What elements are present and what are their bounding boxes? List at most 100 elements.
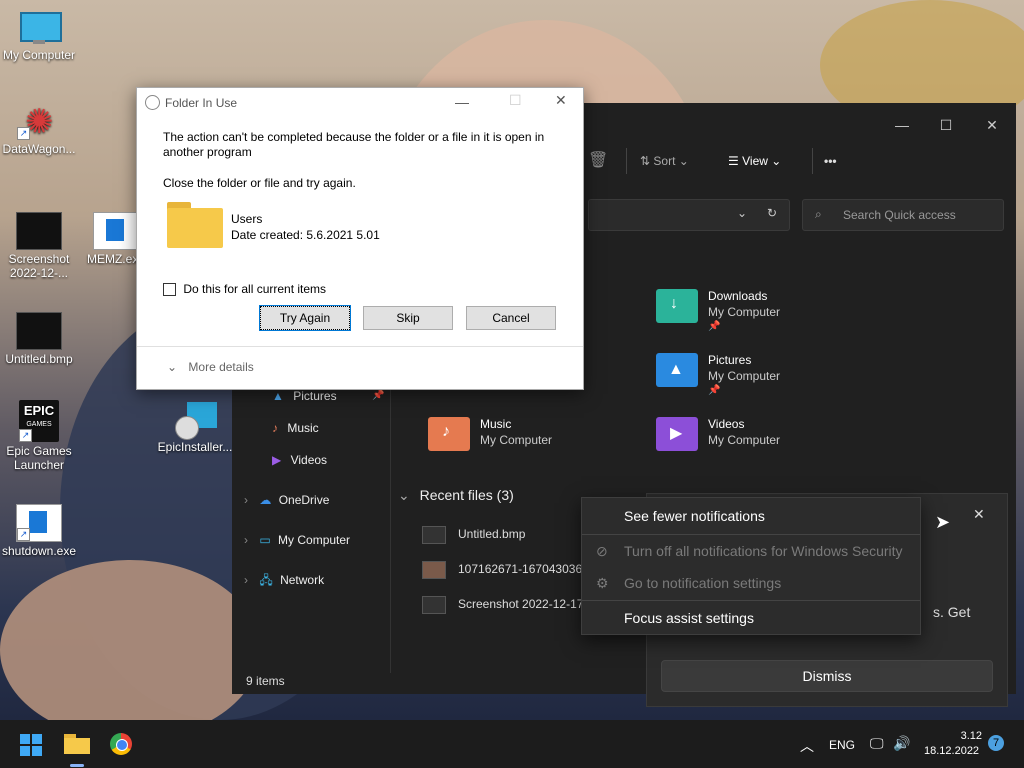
downloads-folder-icon: ↓ (656, 289, 698, 323)
minimize-button[interactable]: — (455, 94, 469, 110)
sort-icon: ⇅ (640, 154, 651, 168)
desktop-icon-label: My Computer (2, 48, 76, 62)
delete-icon[interactable]: 🗑 (588, 151, 608, 171)
gear-icon: ⚙ (596, 575, 609, 591)
view-icon: ☰ (728, 154, 739, 168)
nav-label: Pictures (293, 389, 337, 403)
shortcut-arrow-icon: ↗ (19, 429, 32, 442)
disc-installer-icon (173, 402, 217, 440)
clock-time[interactable]: 3.12 (950, 730, 982, 742)
volume-icon[interactable]: 🔊 (893, 735, 910, 752)
nav-item-network[interactable]: › 🖧 Network (244, 569, 324, 591)
desktop-icon-screenshot[interactable]: Screenshot 2022-12-... (1, 212, 77, 280)
cancel-button[interactable]: Cancel (466, 306, 556, 330)
application-icon: ↗ (16, 504, 62, 542)
tile-pictures[interactable]: ▲ Pictures My Computer 📌 (656, 349, 856, 405)
recent-file-row[interactable]: Screenshot 2022-12-17 (422, 593, 583, 615)
notification-text: s. Get (933, 604, 971, 620)
network-icon[interactable]: 🖵 (870, 735, 884, 752)
image-file-icon (422, 525, 446, 544)
tile-subtitle: My Computer (708, 305, 781, 319)
folder-icon (167, 202, 223, 248)
more-options-button[interactable]: ••• (824, 151, 837, 171)
file-explorer-icon[interactable] (64, 734, 90, 754)
chevron-down-icon: ⌄ (771, 154, 782, 168)
menu-item-focus-assist[interactable]: Focus assist settings (582, 602, 920, 634)
chevron-right-icon[interactable]: › (244, 573, 248, 587)
menu-item-see-fewer[interactable]: See fewer notifications (582, 500, 920, 532)
dialog-message: The action can't be completed because th… (163, 130, 545, 159)
videos-folder-icon: ▶ (656, 417, 698, 451)
nav-label: Videos (290, 453, 328, 467)
chrome-icon[interactable] (110, 733, 132, 755)
skip-button[interactable]: Skip (363, 306, 453, 330)
notification-badge[interactable]: 7 (988, 735, 1004, 751)
application-icon (93, 212, 139, 250)
desktop-icon-datawagon[interactable]: ✺ ↗ DataWagon... (1, 104, 77, 156)
view-button[interactable]: ☰ View ⌄ (728, 151, 781, 171)
checkbox-box[interactable] (163, 283, 176, 297)
more-details-toggle[interactable]: ⌄ More details (167, 360, 254, 374)
maximize-button[interactable]: ☐ (924, 111, 968, 139)
sort-button[interactable]: ⇅ Sort ⌄ (640, 151, 689, 171)
desktop-icon-label: DataWagon... (2, 142, 76, 156)
tile-videos[interactable]: ▶ Videos My Computer (656, 413, 856, 469)
chevron-right-icon[interactable]: › (244, 493, 248, 507)
menu-item-notification-settings: ⚙ Go to notification settings (582, 567, 920, 599)
recent-files-header[interactable]: ⌄ Recent files (3) (398, 487, 514, 504)
minimize-button[interactable]: — (880, 111, 924, 139)
desktop-icon-epic-games[interactable]: EPIC GAMES ↗ Epic Games Launcher (1, 400, 77, 472)
tile-music[interactable]: ♪ Music My Computer (428, 413, 628, 469)
try-again-button[interactable]: Try Again (259, 305, 351, 331)
address-bar[interactable]: ⌄ ↻ (588, 199, 790, 231)
windows-start-icon[interactable] (20, 734, 42, 756)
menu-item-turn-off: ⊘ Turn off all notifications for Windows… (582, 535, 920, 567)
desktop-icon-untitled-bmp[interactable]: Untitled.bmp (1, 312, 77, 366)
clock-date[interactable]: 18.12.2022 (924, 745, 979, 757)
dialog-title: Folder In Use (165, 96, 238, 110)
nav-item-my-computer[interactable]: › ▭ My Computer (244, 529, 350, 551)
close-icon[interactable]: ✕ (973, 506, 985, 523)
desktop-icon-epic-installer[interactable]: EpicInstaller... (157, 402, 233, 454)
tile-title: Videos (708, 417, 745, 431)
cloud-icon: ☁ (259, 493, 272, 507)
apply-all-checkbox[interactable]: Do this for all current items (163, 282, 326, 297)
recent-file-row[interactable]: 107162671-1670430367... (422, 558, 599, 580)
search-box[interactable]: ⌕ Search Quick access (802, 199, 1004, 231)
tile-downloads[interactable]: ↓ Downloads My Computer 📌 (656, 285, 856, 341)
nav-label: Network (280, 573, 325, 587)
language-indicator[interactable]: ENG (829, 738, 855, 752)
desktop-icon-my-computer[interactable]: My Computer (1, 10, 77, 62)
nav-item-videos[interactable]: ▶ Videos (272, 449, 327, 471)
folder-in-use-dialog: Folder In Use — ☐ ✕ The action can't be … (136, 87, 584, 390)
pictures-folder-icon: ▲ (656, 353, 698, 387)
dismiss-button[interactable]: Dismiss (661, 660, 993, 692)
chevron-down-icon[interactable]: ⌄ (737, 206, 747, 220)
nav-item-music[interactable]: ♪ Music (272, 417, 319, 439)
refresh-icon[interactable]: ↻ (767, 206, 777, 220)
shortcut-arrow-icon: ↗ (17, 127, 30, 140)
block-icon: ⊘ (596, 543, 608, 559)
tile-subtitle: My Computer (708, 369, 781, 383)
epic-games-logo-icon: EPIC GAMES ↗ (19, 400, 59, 442)
nav-item-onedrive[interactable]: › ☁ OneDrive (244, 489, 329, 511)
close-button[interactable]: ✕ (970, 111, 1014, 139)
desktop-icon-shutdown[interactable]: ↗ shutdown.exe (1, 504, 77, 558)
desktop-icon-label: Screenshot 2022-12-... (8, 252, 70, 280)
close-button[interactable]: ✕ (555, 92, 567, 109)
tile-title: Downloads (708, 289, 768, 303)
desktop-icon-label: EpicInstaller... (157, 440, 233, 454)
divider (137, 346, 583, 347)
chevron-right-icon[interactable]: › (244, 533, 248, 547)
recent-file-row[interactable]: Untitled.bmp (422, 523, 525, 545)
image-thumbnail-icon (16, 212, 62, 250)
sort-label: Sort (653, 154, 676, 168)
tile-title: Pictures (708, 353, 752, 367)
chevron-up-icon[interactable]: ︿ (800, 736, 814, 756)
navigation-pane: ▲ Pictures 📌 ♪ Music ▶ Videos › ☁ OneDri… (232, 373, 391, 673)
search-icon: ⌕ (815, 207, 822, 221)
image-file-icon (422, 595, 446, 614)
maximize-button: ☐ (509, 92, 522, 108)
desktop-icon-label: Epic Games Launcher (6, 444, 72, 472)
pictures-icon: ▲ (272, 389, 284, 403)
